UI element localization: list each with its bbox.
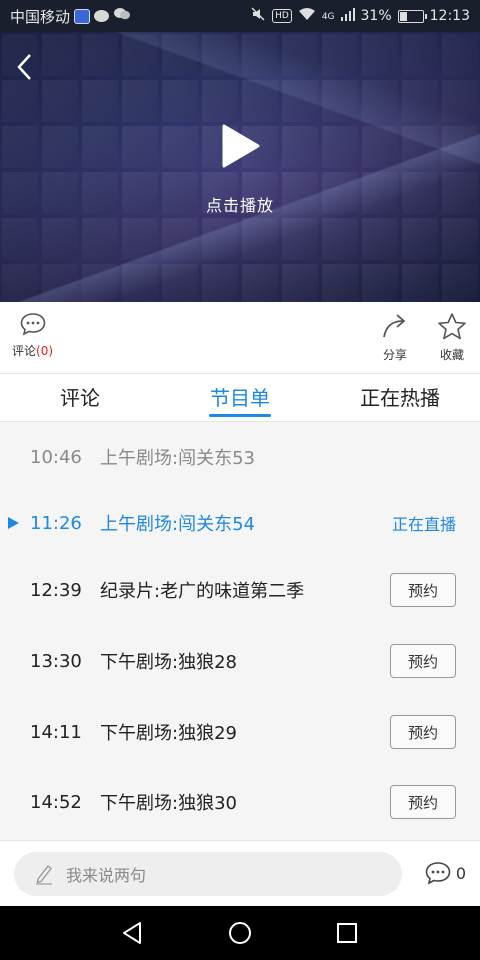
battery-fill: [399, 11, 407, 21]
program-time: 14:52: [30, 791, 82, 813]
comment-action[interactable]: 评论(0): [12, 312, 53, 359]
program-title: 下午剧场:独狼28: [100, 652, 237, 673]
back-button[interactable]: [10, 50, 38, 84]
nav-recents-icon[interactable]: [334, 920, 360, 946]
reserve-button[interactable]: 预约: [390, 785, 456, 819]
schedule-row[interactable]: 12:39 纪录片:老广的味道第二季 预约: [0, 555, 480, 625]
favorite-button[interactable]: 收藏: [437, 312, 467, 363]
nav-back-icon[interactable]: [120, 920, 146, 946]
share-label: 分享: [382, 348, 407, 362]
favorite-label: 收藏: [439, 348, 464, 362]
share-icon: [383, 314, 406, 338]
comment-bubble-icon: [20, 313, 45, 336]
comment-placeholder: 我来说两句: [66, 866, 147, 885]
video-player[interactable]: 点击播放: [0, 32, 480, 302]
reserve-button[interactable]: 预约: [390, 644, 456, 678]
nav-home-icon[interactable]: [227, 920, 253, 946]
play-button[interactable]: [218, 124, 262, 168]
tab-trending[interactable]: 正在热播: [320, 374, 480, 421]
program-time: 12:39: [30, 579, 82, 601]
comment-bubble-icon: [425, 862, 451, 885]
comment-count-button[interactable]: 0: [425, 861, 466, 885]
hd-icon: HD: [272, 9, 292, 23]
wechat-icon: [113, 7, 131, 25]
app-notification-icon: [74, 8, 91, 24]
chevron-left-icon: [17, 54, 31, 80]
schedule-row[interactable]: 14:52 下午剧场:独狼30 预约: [0, 767, 480, 837]
schedule-row[interactable]: 13:30 下午剧场:独狼28 预约: [0, 626, 480, 696]
mute-icon: [250, 6, 266, 26]
system-nav-bar: [0, 906, 480, 960]
program-title: 下午剧场:独狼30: [100, 793, 237, 814]
tab-program-schedule[interactable]: 节目单: [160, 374, 320, 421]
play-icon: [222, 124, 260, 168]
program-schedule-list: 10:46 上午剧场:闯关东53 11:26 上午剧场:闯关东54 正在直播 1…: [0, 422, 480, 840]
network-type: 4G: [321, 12, 335, 22]
comment-label: 评论: [12, 344, 37, 358]
status-bar: 中国移动 HD 4G 31% 12:13: [0, 0, 480, 32]
battery-percent: 31%: [360, 8, 392, 24]
program-title: 下午剧场:独狼29: [100, 723, 237, 744]
carrier-name: 中国移动: [10, 7, 71, 26]
star-icon: [438, 313, 466, 340]
tab-bar: 评论 节目单 正在热播: [0, 374, 480, 422]
play-label[interactable]: 点击播放: [0, 192, 480, 216]
program-title: 上午剧场:闯关东53: [100, 448, 255, 469]
schedule-row[interactable]: 14:11 下午剧场:独狼29 预约: [0, 697, 480, 767]
comment-total: 0: [455, 863, 466, 883]
schedule-row[interactable]: 11:26 上午剧场:闯关东54 正在直播: [0, 488, 480, 558]
live-status-label: 正在直播: [391, 515, 456, 534]
battery-icon: [397, 9, 427, 23]
tab-comments[interactable]: 评论: [0, 374, 160, 421]
program-time: 14:11: [30, 721, 82, 743]
program-title: 上午剧场:闯关东54: [100, 514, 255, 535]
comment-bar: 我来说两句 0: [0, 840, 480, 906]
comment-count: (0): [36, 344, 54, 358]
action-row: 评论(0) 分享 收藏: [0, 302, 480, 374]
comment-input[interactable]: 我来说两句: [14, 852, 402, 896]
share-button[interactable]: 分享: [381, 312, 409, 363]
program-title: 纪录片:老广的味道第二季: [100, 581, 305, 602]
program-time: 11:26: [30, 512, 82, 534]
program-time: 10:46: [30, 446, 82, 468]
wifi-icon: [298, 7, 316, 25]
pencil-icon: [36, 865, 52, 885]
reserve-button[interactable]: 预约: [390, 573, 456, 607]
message-notification-icon: [94, 10, 110, 22]
clock: 12:13: [429, 8, 470, 24]
reserve-button[interactable]: 预约: [390, 715, 456, 749]
program-time: 13:30: [30, 650, 82, 672]
schedule-row[interactable]: 10:46 上午剧场:闯关东53: [0, 422, 480, 492]
live-indicator-icon: [8, 517, 19, 529]
signal-icon: [340, 7, 355, 25]
